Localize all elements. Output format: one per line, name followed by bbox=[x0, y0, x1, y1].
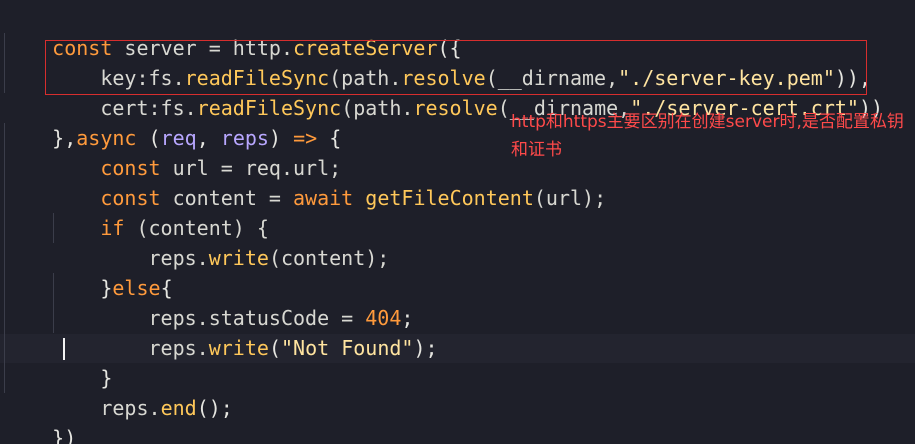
code-text: reps. bbox=[100, 396, 161, 420]
code-line-12[interactable]: } bbox=[4, 333, 112, 390]
code-line-8[interactable]: reps.write(content); bbox=[4, 213, 390, 270]
function-write: write bbox=[208, 246, 269, 270]
annotation-note: http和https主要区别在创建server时,是否配置私钥和证书 bbox=[511, 112, 904, 160]
code-line-5[interactable]: const url = req.url; bbox=[4, 123, 341, 180]
punctuation: }) bbox=[52, 426, 77, 444]
code-editor[interactable]: const server = http.createServer({ key:f… bbox=[0, 0, 915, 444]
function-resolve: resolve bbox=[413, 96, 498, 120]
code-line-7[interactable]: if (content) { bbox=[4, 183, 269, 240]
annotation-highlight-box bbox=[45, 40, 867, 95]
code-text: reps. bbox=[148, 336, 209, 360]
code-text: (path. bbox=[341, 96, 414, 120]
function-write: write bbox=[208, 336, 269, 360]
function-get-file-content: getFileContent bbox=[365, 186, 534, 210]
code-text: (url); bbox=[533, 186, 607, 210]
code-text: (content); bbox=[268, 246, 390, 270]
punctuation: (); bbox=[196, 396, 233, 420]
text-cursor bbox=[63, 338, 65, 360]
code-line-14[interactable]: }) bbox=[4, 393, 76, 444]
code-line-13[interactable]: reps.end(); bbox=[4, 363, 232, 420]
code-line-9[interactable]: }else{ bbox=[4, 243, 172, 300]
code-line-1[interactable]: const server = http.createServer({ bbox=[4, 3, 461, 60]
code-line-4[interactable]: },async (req, reps) => { bbox=[4, 93, 341, 150]
code-line-11[interactable]: reps.write("Not Found"); bbox=[4, 303, 438, 360]
function-end: end bbox=[160, 396, 197, 420]
keyword-await: await bbox=[293, 186, 354, 210]
punctuation: ); bbox=[413, 336, 438, 360]
string-not-found: "Not Found" bbox=[280, 336, 414, 360]
punctuation: ( bbox=[268, 336, 281, 360]
code-line-10[interactable]: reps.statusCode = 404; bbox=[4, 273, 414, 330]
